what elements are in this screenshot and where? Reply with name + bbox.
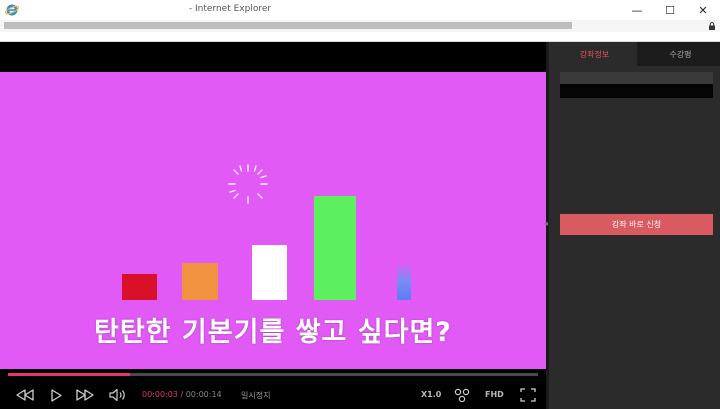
- quality-button[interactable]: FHD: [485, 390, 504, 399]
- time-separator: /: [177, 390, 186, 399]
- bar-red: [122, 274, 157, 300]
- progress-fill: [8, 373, 130, 376]
- bar-white: [252, 245, 287, 300]
- progress-bar[interactable]: [8, 373, 538, 376]
- volume-button[interactable]: [107, 384, 129, 406]
- video-player[interactable]: 탄탄한 기본기를 쌓고 싶다면? 00:00:03 / 00:00:14 일시정…: [0, 42, 546, 409]
- address-bar[interactable]: [0, 20, 720, 32]
- firework-icon: [228, 164, 268, 204]
- fullscreen-button[interactable]: [517, 384, 539, 406]
- playback-status: 일시정지: [241, 391, 271, 400]
- bar-green: [314, 196, 356, 300]
- tab-course-info[interactable]: 강좌정보: [552, 42, 638, 66]
- fullscreen-icon: [520, 388, 536, 402]
- total-time: 00:00:14: [185, 390, 222, 399]
- maximize-button[interactable]: ☐: [653, 0, 687, 20]
- close-icon: ✕: [698, 3, 708, 17]
- current-time: 00:00:03: [142, 390, 178, 399]
- collapse-handle[interactable]: ◂: [544, 219, 550, 239]
- course-sidebar: ◂ 강좌정보 수강평 강좌 바로 신청: [544, 42, 720, 409]
- minimize-button[interactable]: —: [620, 0, 654, 20]
- address-field[interactable]: [4, 22, 572, 29]
- video-frame[interactable]: 탄탄한 기본기를 쌓고 싶다면?: [0, 72, 546, 369]
- fast-forward-icon: [76, 389, 94, 401]
- play-icon: [51, 388, 62, 402]
- volume-icon: [109, 388, 125, 402]
- video-caption: 탄탄한 기본기를 쌓고 싶다면?: [94, 317, 452, 348]
- bar-blue: [397, 262, 411, 300]
- fast-forward-button[interactable]: [74, 384, 96, 406]
- tab-reviews[interactable]: 수강평: [638, 42, 720, 66]
- title-bar: - Internet Explorer — ☐ ✕: [0, 0, 720, 20]
- player-controls: 00:00:03 / 00:00:14 일시정지 X1.0 FHD: [0, 382, 546, 409]
- rewind-icon: [16, 389, 34, 401]
- maximize-icon: ☐: [665, 3, 675, 17]
- speed-button[interactable]: X1.0: [421, 390, 441, 399]
- sidebar-tabs: 강좌정보 수강평: [552, 42, 720, 66]
- window-title: - Internet Explorer: [188, 4, 272, 14]
- bar-orange: [182, 263, 218, 300]
- course-info-content: [560, 84, 713, 98]
- minimize-icon: —: [631, 3, 643, 17]
- course-info-panel: [560, 72, 713, 98]
- enroll-now-button[interactable]: 강좌 바로 신청: [560, 214, 713, 235]
- time-display: 00:00:03 / 00:00:14: [142, 390, 222, 399]
- play-button[interactable]: [46, 384, 66, 406]
- close-button[interactable]: ✕: [686, 0, 720, 20]
- rewind-button[interactable]: [14, 384, 36, 406]
- lock-icon: [709, 22, 715, 30]
- toolbar-strip: [0, 32, 720, 42]
- share-icon: [454, 388, 470, 402]
- share-button[interactable]: [451, 384, 473, 406]
